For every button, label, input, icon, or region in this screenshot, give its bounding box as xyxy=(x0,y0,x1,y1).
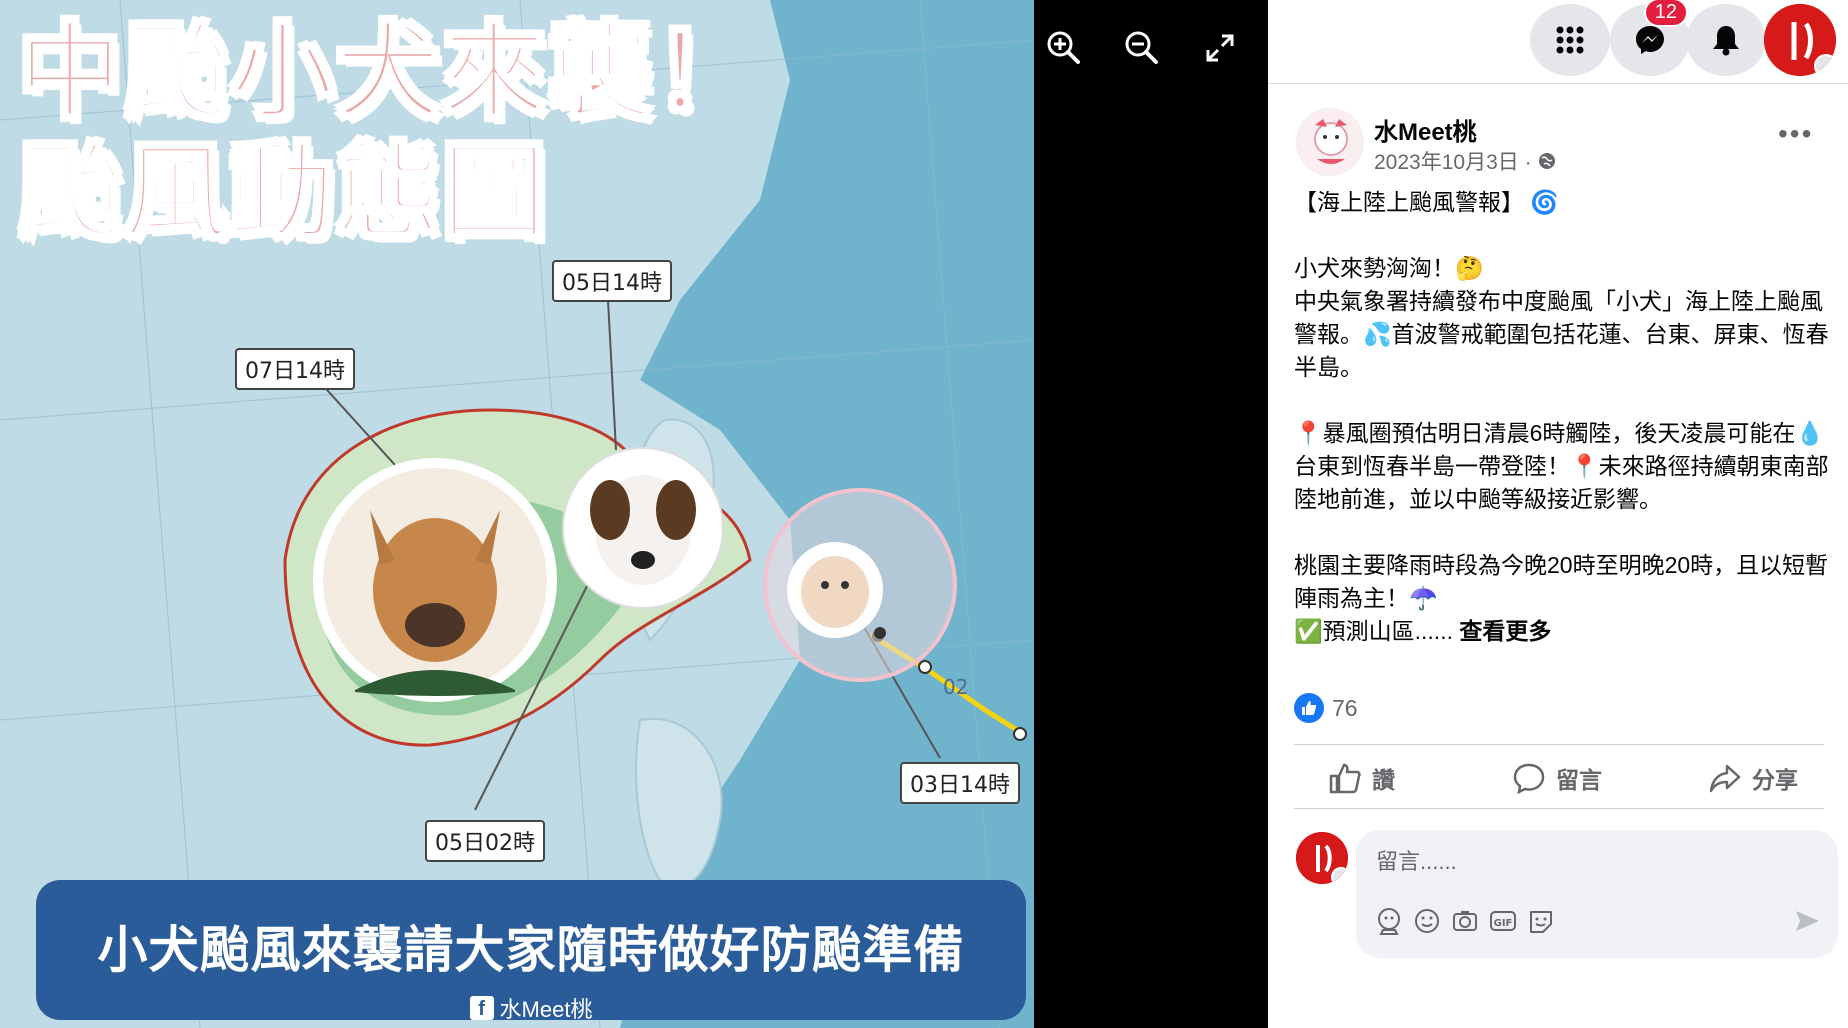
comment-input[interactable]: 留言...... xyxy=(1376,844,1457,876)
bell-icon xyxy=(1713,26,1739,56)
umbrella-emoji-icon: ☂️ xyxy=(1409,585,1438,611)
menu-button[interactable] xyxy=(1530,4,1610,76)
divider xyxy=(1294,744,1824,745)
post-line: 桃園主要降雨時段為今晚20時至明晚20時，且以短暫陣雨為主！ xyxy=(1294,552,1829,611)
globe-icon xyxy=(1538,153,1555,169)
comment-bubble-icon xyxy=(1513,763,1545,794)
zoom-in-button[interactable] xyxy=(1044,28,1084,68)
post-line: 暴風圈預估明日清晨6時觸陸，後天凌晨可能在 xyxy=(1322,420,1796,446)
share-button[interactable]: 分享 xyxy=(1708,756,1798,800)
divider xyxy=(1294,808,1824,809)
post-line: 台東到恆春半島一帶登陸！ xyxy=(1294,453,1570,479)
gif-icon-label: GIF xyxy=(1494,918,1513,929)
track-label: 05日14時 xyxy=(552,260,672,302)
messenger-badge: 12 xyxy=(1643,0,1688,27)
banner-credit: f 水Meet桃 xyxy=(36,992,1026,1024)
track-point xyxy=(918,660,932,674)
pushpin-emoji-icon: 📍 xyxy=(1570,453,1599,479)
reactions-summary[interactable]: 76 xyxy=(1294,693,1358,723)
notifications-button[interactable] xyxy=(1686,4,1766,76)
smiley-icon xyxy=(1415,909,1439,933)
banner-text: 小犬颱風來襲請大家隨時做好防颱準備 xyxy=(97,921,965,979)
check-mark-emoji-icon: ✅ xyxy=(1294,618,1323,644)
chevron-down-icon: ⌄ xyxy=(1331,867,1348,884)
emoji-button[interactable] xyxy=(1412,906,1442,936)
post-title: 【海上陸上颱風警報】 xyxy=(1294,189,1524,215)
pushpin-emoji-icon: 📍 xyxy=(1294,420,1323,446)
more-options-button[interactable]: ••• xyxy=(1778,118,1813,150)
post-line: 預測山區...... xyxy=(1322,618,1453,644)
page-name[interactable]: 水Meet桃 xyxy=(1374,112,1477,147)
page-avatar[interactable] xyxy=(1296,108,1364,176)
banner: 小犬颱風來襲請大家隨時做好防颱準備 f 水Meet桃 xyxy=(36,880,1026,1022)
sticker-button[interactable] xyxy=(1526,906,1556,936)
thinking-emoji-icon: 🤔 xyxy=(1455,255,1484,281)
avatar-sticker-icon xyxy=(1378,908,1400,935)
post-line: 小犬來勢洶洶！ xyxy=(1294,255,1455,281)
post-date[interactable]: 2023年10月3日 · xyxy=(1374,146,1556,176)
grid-menu-icon xyxy=(1556,26,1584,54)
top-navigation: 12 ⌄ xyxy=(1268,0,1848,84)
droplet-emoji-icon: 💧 xyxy=(1795,420,1825,446)
facebook-icon: f xyxy=(469,996,494,1020)
messenger-button[interactable]: 12 xyxy=(1610,0,1690,76)
camera-icon xyxy=(1453,911,1477,931)
track-label: 05日02時 xyxy=(425,820,545,862)
page-logo-icon xyxy=(1297,109,1363,175)
send-button[interactable] xyxy=(1792,906,1822,936)
like-label: 讚 xyxy=(1372,767,1395,793)
photo-viewer: 02 中颱小犬來襲！ 颱風動態圖 05日14時 07日14時 05日02時 03… xyxy=(0,0,1268,1028)
track-point xyxy=(1013,727,1027,741)
zoom-out-icon xyxy=(1125,31,1158,64)
commenter-avatar[interactable]: ⌄ xyxy=(1296,832,1348,884)
expand-icon xyxy=(1206,34,1234,62)
comment-label: 留言 xyxy=(1556,767,1602,793)
typhoon-map-image: 02 中颱小犬來襲！ 颱風動態圖 05日14時 07日14時 05日02時 03… xyxy=(0,0,1034,1028)
track-label: 07日14時 xyxy=(235,348,355,390)
post-panel: 12 ⌄ 水Meet桃 2023年10月3日 · ••• 【海上陸上颱風警報】 … xyxy=(1268,0,1848,1028)
share-arrow-icon xyxy=(1709,764,1741,793)
post-date-text: 2023年10月3日 · xyxy=(1374,151,1532,174)
avatar-sticker-button[interactable] xyxy=(1374,906,1404,936)
comment-composer: 留言...... GIF xyxy=(1356,830,1838,958)
account-avatar[interactable]: ⌄ xyxy=(1764,4,1836,76)
comment-button[interactable]: 留言 xyxy=(1512,756,1602,800)
track-time-marker: 02 xyxy=(943,675,968,699)
zoom-out-button[interactable] xyxy=(1122,28,1162,68)
zoom-in-icon xyxy=(1047,31,1080,64)
headline-line2: 颱風動態圖 xyxy=(16,131,549,253)
track-label: 03日14時 xyxy=(900,762,1020,804)
gif-button[interactable]: GIF xyxy=(1488,906,1518,936)
reaction-count: 76 xyxy=(1332,694,1358,721)
banner-credit-text: 水Meet桃 xyxy=(499,997,593,1022)
photo-button[interactable] xyxy=(1450,906,1480,936)
send-icon xyxy=(1796,911,1819,931)
fullscreen-button[interactable] xyxy=(1200,28,1240,68)
gif-icon: GIF xyxy=(1490,911,1516,931)
like-reaction-icon xyxy=(1294,693,1324,723)
cyclone-emoji-icon: 🌀 xyxy=(1530,189,1560,215)
thumbs-up-icon xyxy=(1329,763,1361,794)
like-button[interactable]: 讚 xyxy=(1328,756,1395,800)
sticker-icon xyxy=(1530,911,1552,933)
post-text: 【海上陸上颱風警報】 🌀 小犬來勢洶洶！🤔 中央氣象署持續發布中度颱風「小犬」海… xyxy=(1294,186,1834,648)
messenger-icon xyxy=(1636,26,1664,54)
share-label: 分享 xyxy=(1752,767,1798,793)
chevron-down-icon: ⌄ xyxy=(1814,54,1836,76)
see-more-link[interactable]: 查看更多 xyxy=(1459,618,1551,644)
sweat-droplets-emoji-icon: 💦 xyxy=(1363,321,1392,347)
headline-line1: 中颱小犬來襲！ xyxy=(16,11,761,133)
